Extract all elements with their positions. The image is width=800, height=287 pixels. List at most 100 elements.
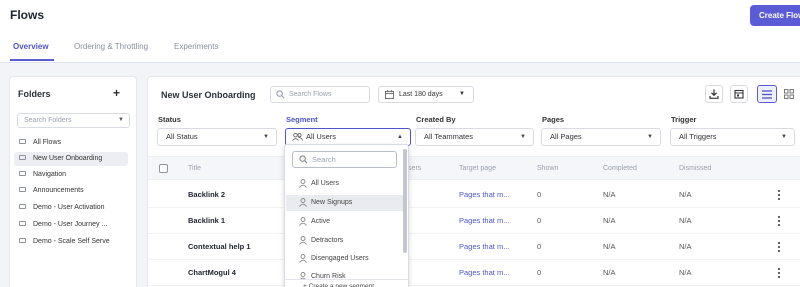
date-range-select[interactable]: Last 180 days ▼ <box>378 86 474 103</box>
row-dismissed: N/A <box>679 216 692 225</box>
segment-dropdown-menu: Search All Users New Signups Active Detr… <box>284 144 409 287</box>
dropdown-scrollbar[interactable] <box>403 149 407 253</box>
folder-item-label: Announcements <box>33 187 84 194</box>
folder-item-label: New User Onboarding <box>33 155 103 162</box>
row-shown: 0 <box>537 242 542 251</box>
trigger-filter-value: All Triggers <box>679 132 717 141</box>
created-by-filter-label: Created By <box>416 115 456 124</box>
segment-option-disengaged-users[interactable]: Disengaged Users <box>286 251 403 267</box>
column-header-completed[interactable]: Completed <box>603 165 637 172</box>
chevron-down-icon: ▼ <box>781 134 787 140</box>
search-flows-input[interactable]: Search Flows <box>270 86 370 103</box>
row-title[interactable]: ChartMogul 4 <box>188 268 236 277</box>
segment-option-active[interactable]: Active <box>286 214 403 230</box>
row-dismissed: N/A <box>679 268 692 277</box>
table-row[interactable]: Backlink 2 e Pages that m... 0 N/A N/A <box>148 182 800 208</box>
list-view-button[interactable] <box>757 85 777 103</box>
row-title[interactable]: Contextual help 1 <box>188 242 251 251</box>
folder-item-new-user-onboarding[interactable]: New User Onboarding <box>14 152 128 166</box>
user-icon <box>299 254 307 263</box>
segment-option-detractors[interactable]: Detractors <box>286 233 403 249</box>
folders-panel: Folders + Search Folders ▼ All Flows New… <box>9 76 137 287</box>
column-header-title[interactable]: Title <box>188 165 201 172</box>
row-title[interactable]: Backlink 1 <box>188 216 225 225</box>
tab-ordering-throttling[interactable]: Ordering & Throttling <box>74 42 148 51</box>
column-header-dismissed[interactable]: Dismissed <box>679 165 711 172</box>
created-by-filter-select[interactable]: All Teammates ▼ <box>415 128 534 146</box>
row-more-icon[interactable] <box>776 214 782 228</box>
table-header: Title Users Target page Shown Completed … <box>148 156 800 180</box>
segment-filter-label: Segment <box>286 115 318 124</box>
table-row[interactable]: ChartMogul 4 e Pages that m... 0 N/A N/A <box>148 260 800 286</box>
segment-option-label: New Signups <box>311 199 353 206</box>
segment-option-label: Detractors <box>311 237 344 244</box>
folder-search-select[interactable]: Search Folders ▼ <box>17 113 130 128</box>
tab-overview[interactable]: Overview <box>13 42 49 51</box>
download-button[interactable] <box>705 85 723 103</box>
view-toggle <box>757 85 800 103</box>
chevron-up-icon: ▲ <box>397 134 403 140</box>
select-all-checkbox[interactable] <box>159 164 168 173</box>
active-tab-indicator <box>10 59 54 61</box>
segment-search-placeholder: Search <box>312 155 336 164</box>
status-filter-label: Status <box>158 115 181 124</box>
folder-item-demo-user-activation[interactable]: Demo - User Activation <box>14 201 128 215</box>
grid-view-button[interactable] <box>779 85 799 103</box>
search-icon <box>276 90 285 99</box>
row-dismissed: N/A <box>679 190 692 199</box>
created-by-filter-value: All Teammates <box>424 132 474 141</box>
chevron-down-icon: ▼ <box>520 134 526 140</box>
row-more-icon[interactable] <box>776 266 782 280</box>
add-folder-button[interactable]: + <box>113 86 120 100</box>
pages-filter-select[interactable]: All Pages ▼ <box>541 128 661 146</box>
folder-item-label: Demo - User Journey ... <box>33 221 108 228</box>
status-filter-select[interactable]: All Status ▼ <box>157 128 277 146</box>
top-bar: Flows Create Flow Overview Ordering & Th… <box>0 0 800 63</box>
row-more-icon[interactable] <box>776 188 782 202</box>
download-icon <box>709 89 719 99</box>
pages-filter-label: Pages <box>542 115 565 124</box>
column-header-target-page[interactable]: Target page <box>459 165 496 172</box>
trigger-filter-select[interactable]: All Triggers ▼ <box>670 128 795 146</box>
date-range-value: Last 180 days <box>399 91 443 98</box>
create-flow-button[interactable]: Create Flow <box>750 5 800 26</box>
chevron-down-icon: ▼ <box>647 134 653 140</box>
create-segment-button[interactable]: + Create a new segment <box>285 279 408 287</box>
row-dismissed: N/A <box>679 242 692 251</box>
tab-experiments[interactable]: Experiments <box>174 42 218 51</box>
page-title: Flows <box>10 8 45 22</box>
column-header-shown[interactable]: Shown <box>537 165 558 172</box>
row-shown: 0 <box>537 268 542 277</box>
calendar-view-button[interactable] <box>730 85 748 103</box>
segment-option-all-users[interactable]: All Users <box>286 176 403 192</box>
table-row[interactable]: Contextual help 1 e Pages that m... 0 N/… <box>148 234 800 260</box>
search-flows-placeholder: Search Flows <box>289 91 332 98</box>
segment-option-label: All Users <box>311 180 340 187</box>
folder-heading: New User Onboarding <box>161 90 256 100</box>
folder-item-label: Demo - Scale Self Serve <box>33 238 110 245</box>
row-completed: N/A <box>603 216 616 225</box>
folder-icon <box>19 237 26 243</box>
folder-item-announcements[interactable]: Announcements <box>14 184 128 198</box>
folder-icon <box>19 186 26 192</box>
row-target-page-link[interactable]: Pages that m... <box>459 242 509 251</box>
segment-filter-value: All Users <box>306 132 337 141</box>
folder-item-all-flows[interactable]: All Flows <box>14 136 128 150</box>
folder-search-placeholder: Search Folders <box>24 117 72 124</box>
row-target-page-link[interactable]: Pages that m... <box>459 190 509 199</box>
row-completed: N/A <box>603 268 616 277</box>
row-target-page-link[interactable]: Pages that m... <box>459 216 509 225</box>
folder-item-label: Navigation <box>33 171 67 178</box>
segment-option-new-signups[interactable]: New Signups <box>286 195 403 211</box>
row-target-page-link[interactable]: Pages that m... <box>459 268 509 277</box>
row-title[interactable]: Backlink 2 <box>188 190 225 199</box>
row-more-icon[interactable] <box>776 240 782 254</box>
table-row[interactable]: Backlink 1 e Pages that m... 0 N/A N/A <box>148 208 800 234</box>
folder-item-navigation[interactable]: Navigation <box>14 168 128 182</box>
user-icon <box>299 217 307 226</box>
flows-panel: New User Onboarding Search Flows Last 18… <box>147 76 800 287</box>
pages-filter-value: All Pages <box>550 132 582 141</box>
folder-item-demo-scale-self-serve[interactable]: Demo - Scale Self Serve <box>14 235 128 249</box>
folder-item-demo-user-journey[interactable]: Demo - User Journey ... <box>14 218 128 232</box>
segment-search-input[interactable]: Search <box>292 151 397 168</box>
